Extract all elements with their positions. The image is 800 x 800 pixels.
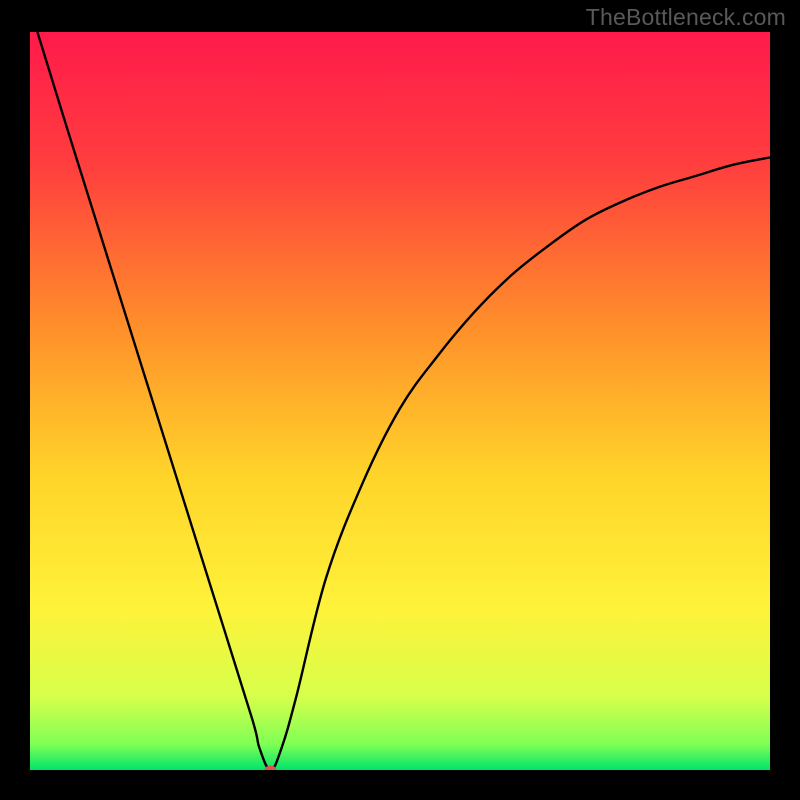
chart-frame: TheBottleneck.com	[0, 0, 800, 800]
chart-svg	[30, 32, 770, 770]
plot-area	[30, 32, 770, 770]
watermark-text: TheBottleneck.com	[586, 4, 786, 31]
gradient-background	[30, 32, 770, 770]
